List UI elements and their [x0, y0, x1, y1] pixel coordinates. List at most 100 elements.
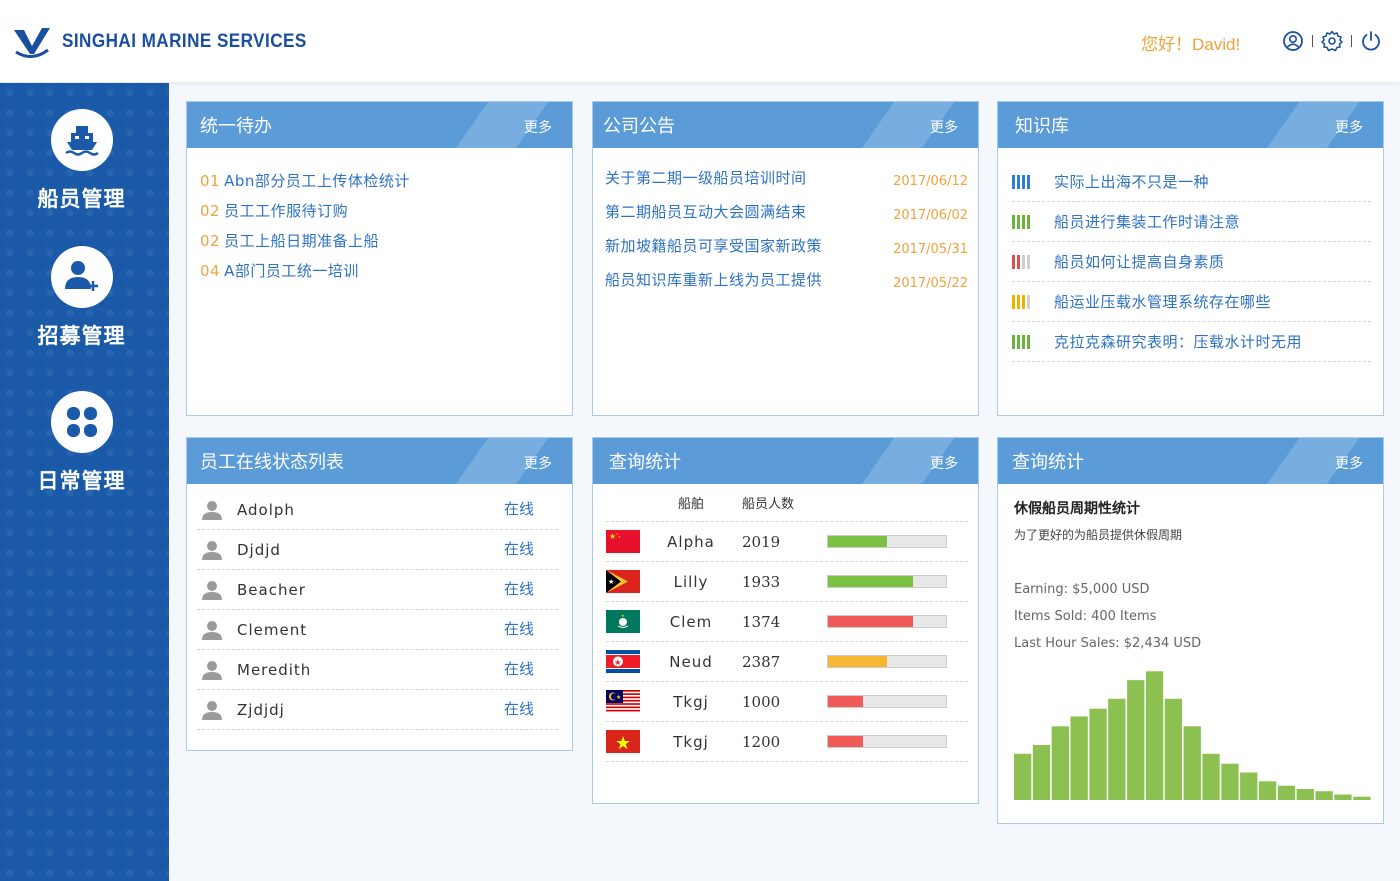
- sidebar-item-crew[interactable]: 船员管理: [0, 109, 163, 213]
- sidebar-item-recruit[interactable]: 招募管理: [0, 246, 163, 350]
- ship-name: Clem: [669, 612, 713, 631]
- progress-fill: [828, 736, 864, 747]
- staff-name: Djdjd: [237, 540, 281, 559]
- todo-text: Abn部分员工上传体检统计: [224, 172, 410, 190]
- notice-item[interactable]: 第二期船员互动大会圆满结束 2017/06/02: [605, 197, 968, 231]
- svg-text:★: ★: [615, 733, 631, 753]
- gear-icon[interactable]: [1321, 30, 1343, 52]
- progress-bar: [827, 735, 947, 748]
- ship-name: Tkgj: [673, 732, 709, 751]
- todo-item[interactable]: 01 Abn部分员工上传体检统计: [200, 166, 572, 196]
- staff-row[interactable]: Zjdjdj 在线: [197, 690, 558, 730]
- knowledge-text: 船员如何让提高自身素质: [1054, 253, 1225, 271]
- table-row[interactable]: ★ Clem 1374: [606, 602, 968, 642]
- clover-icon: [50, 391, 113, 453]
- chart-bar: [1089, 708, 1107, 800]
- vietnam-flag: ★: [606, 730, 640, 753]
- more-link[interactable]: 更多: [1335, 117, 1363, 137]
- staff-row[interactable]: Beacher 在线: [197, 570, 558, 610]
- person-icon: [202, 500, 222, 520]
- ship-name: Alpha: [667, 532, 715, 551]
- knowledge-item[interactable]: 船员如何让提高自身素质: [1012, 242, 1371, 282]
- staff-panel: 员工在线状态列表 更多 Adolph 在线 Djdjd 在线 Beacher 在线 Clem…: [186, 437, 573, 751]
- todo-number: 02: [200, 232, 221, 250]
- notice-date: 2017/06/02: [893, 208, 968, 223]
- sidebar-item-daily[interactable]: 日常管理: [0, 391, 163, 495]
- knowledge-item[interactable]: 克拉克森研究表明：压载水计时无用: [1012, 322, 1371, 362]
- knowledge-item[interactable]: 船员进行集装工作时请注意: [1012, 202, 1371, 242]
- progress-bar: [827, 655, 947, 668]
- more-link[interactable]: 更多: [1335, 453, 1363, 473]
- chart-bar: [1277, 785, 1296, 800]
- more-link[interactable]: 更多: [524, 453, 552, 473]
- chart-bar: [1145, 671, 1164, 800]
- brand-name: SINGHAI MARINE SERVICES: [62, 31, 307, 52]
- todo-text: A部门员工统一培训: [224, 262, 359, 280]
- bars-icon: [1012, 174, 1042, 189]
- crew-count: 2387: [742, 652, 781, 671]
- power-icon[interactable]: [1360, 30, 1382, 52]
- notice-text: 关于第二期一级船员培训时间: [605, 169, 807, 187]
- panel-title: 员工在线状态列表: [200, 452, 344, 473]
- staff-row[interactable]: Clement 在线: [197, 610, 558, 650]
- knowledge-item[interactable]: 船运业压载水管理系统存在哪些: [1012, 282, 1371, 322]
- more-link[interactable]: 更多: [930, 453, 958, 473]
- knowledge-text: 克拉克森研究表明：压载水计时无用: [1054, 333, 1303, 351]
- panel-title: 查询统计: [1012, 452, 1084, 473]
- crew-count: 2019: [742, 532, 781, 551]
- table-row[interactable]: ★ ★ ★ Alpha 2019: [606, 522, 968, 562]
- panel-header: 公司公告 更多: [593, 102, 978, 148]
- progress-fill: [828, 696, 864, 707]
- knowledge-panel: 知识库 更多 实际上出海不只是一种 船员进行集装工作时请注意 船员如何让提高自身…: [997, 101, 1384, 416]
- bars-icon: [1012, 294, 1042, 309]
- todo-item[interactable]: 02 员工上船日期准备上船: [200, 226, 572, 256]
- staff-name: Zjdjdj: [237, 700, 285, 719]
- chart-bar: [1051, 726, 1069, 800]
- stats-subheading: 为了更好的为船员提供休假周期: [1014, 528, 1183, 542]
- staff-name: Adolph: [237, 500, 295, 519]
- progress-fill: [828, 656, 887, 667]
- panel-header: 员工在线状态列表 更多: [187, 438, 572, 484]
- sidebar: 船员管理 招募管理 日常管理: [0, 83, 169, 881]
- separator: [1312, 35, 1313, 47]
- bars-icon: [1012, 254, 1042, 269]
- ship-name: Neud: [669, 652, 713, 671]
- table-row[interactable]: ★ Tkgj 1000: [606, 682, 968, 722]
- notice-item[interactable]: 关于第二期一级船员培训时间 2017/06/12: [605, 163, 968, 197]
- crew-count: 1200: [742, 732, 781, 751]
- person-icon: [202, 580, 222, 600]
- macau-flag: ★: [606, 610, 640, 633]
- more-link[interactable]: 更多: [524, 117, 552, 137]
- more-link[interactable]: 更多: [930, 117, 958, 137]
- company-logo[interactable]: SINGHAI MARINE SERVICES: [12, 24, 334, 60]
- knowledge-item[interactable]: 实际上出海不只是一种: [1012, 162, 1371, 202]
- staff-row[interactable]: Djdjd 在线: [197, 530, 558, 570]
- staff-row[interactable]: Adolph 在线: [197, 490, 558, 530]
- stats-earning: Earning: $5,000 USD: [1014, 582, 1150, 597]
- staff-row[interactable]: Meredith 在线: [197, 650, 558, 690]
- query-table: 船舶 船员人数 ★ ★ ★ Alpha 2019 ★ Lilly 1933 ★ Clem 1374 ★…: [593, 484, 978, 762]
- table-row[interactable]: ★ Neud 2387: [606, 642, 968, 682]
- staff-status: 在线: [504, 660, 535, 678]
- person-icon: [202, 540, 222, 560]
- person-icon: [202, 660, 222, 680]
- todo-item[interactable]: 04 A部门员工统一培训: [200, 256, 572, 286]
- person-icon: [202, 700, 222, 720]
- user-icon[interactable]: [1282, 30, 1304, 52]
- table-row[interactable]: ★ Lilly 1933: [606, 562, 968, 602]
- notice-item[interactable]: 船员知识库重新上线为员工提供 2017/05/22: [605, 265, 968, 299]
- notice-item[interactable]: 新加坡籍船员可享受国家新政策 2017/05/31: [605, 231, 968, 265]
- todo-list: 01 Abn部分员工上传体检统计 02 员工工作服待订购 02 员工上船日期准备上船 …: [187, 148, 572, 286]
- table-row[interactable]: ★ Tkgj 1200: [606, 722, 968, 762]
- chart-bar: [1127, 680, 1145, 800]
- todo-text: 员工工作服待订购: [224, 202, 349, 220]
- staff-status: 在线: [504, 500, 535, 518]
- todo-item[interactable]: 02 员工工作服待订购: [200, 196, 572, 226]
- chart-bar: [1032, 745, 1051, 800]
- notice-text: 船员知识库重新上线为员工提供: [605, 271, 823, 289]
- stats-last-hour: Last Hour Sales: $2,434 USD: [1014, 636, 1202, 651]
- knowledge-list: 实际上出海不只是一种 船员进行集装工作时请注意 船员如何让提高自身素质 船运业压…: [998, 148, 1383, 362]
- chart-bar: [1183, 726, 1201, 800]
- chart-bar: [1296, 789, 1314, 800]
- top-header: SINGHAI MARINE SERVICES 您好！David!: [0, 0, 1400, 83]
